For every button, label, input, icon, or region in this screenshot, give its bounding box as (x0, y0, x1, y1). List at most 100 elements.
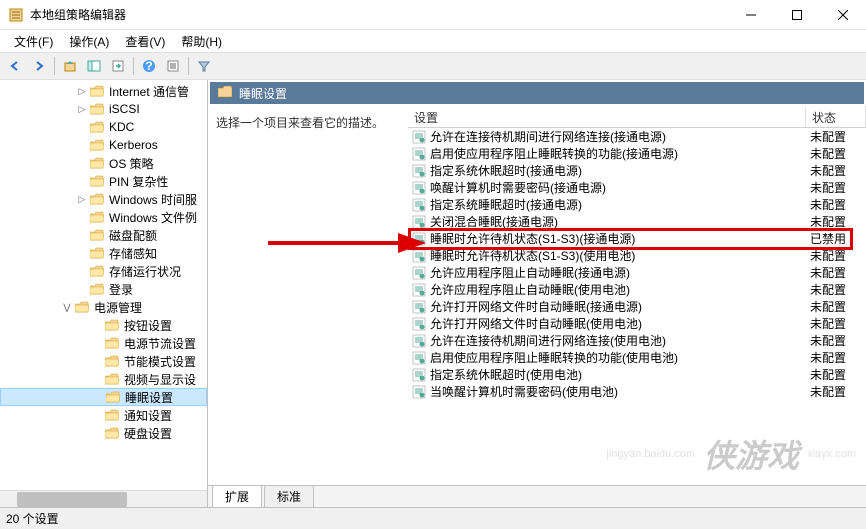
setting-row[interactable]: 允许应用程序阻止自动睡眠(接通电源)未配置 (408, 264, 866, 281)
forward-button[interactable] (28, 55, 50, 77)
properties-button[interactable] (162, 55, 184, 77)
tree-panel[interactable]: ▷Internet 通信管▷iSCSIKDCKerberosOS 策略PIN 复… (0, 80, 208, 507)
tree-item[interactable]: 存储感知 (0, 244, 207, 262)
list-header: 设置 状态 (408, 106, 866, 128)
setting-row[interactable]: 允许在连接待机期间进行网络连接(接通电源)未配置 (408, 128, 866, 145)
setting-row[interactable]: 指定系统休眠超时(使用电池)未配置 (408, 366, 866, 383)
tree-expander-icon[interactable] (91, 390, 105, 404)
tree-item[interactable]: 通知设置 (0, 406, 207, 424)
menu-file[interactable]: 文件(F) (6, 31, 61, 52)
back-button[interactable] (4, 55, 26, 77)
setting-row[interactable]: 指定系统休眠超时(接通电源)未配置 (408, 162, 866, 179)
tree-item[interactable]: PIN 复杂性 (0, 172, 207, 190)
policy-icon (412, 385, 426, 399)
tree-item-label: 登录 (109, 281, 133, 298)
tab-extended[interactable]: 扩展 (212, 485, 262, 507)
tree-item[interactable]: 按钮设置 (0, 316, 207, 334)
folder-icon (75, 300, 91, 314)
setting-row[interactable]: 启用使应用程序阻止睡眠转换的功能(使用电池)未配置 (408, 349, 866, 366)
tree-item[interactable]: 硬盘设置 (0, 424, 207, 442)
filter-button[interactable] (193, 55, 215, 77)
export-button[interactable] (107, 55, 129, 77)
setting-state: 未配置 (806, 281, 866, 298)
policy-icon (412, 249, 426, 263)
policy-icon (412, 368, 426, 382)
tree-expander-icon[interactable] (75, 228, 89, 242)
tree-expander-icon[interactable] (90, 408, 104, 422)
tree-item[interactable]: KDC (0, 118, 207, 136)
close-button[interactable] (820, 0, 866, 30)
maximize-button[interactable] (774, 0, 820, 30)
tree-item[interactable]: 电源节流设置 (0, 334, 207, 352)
up-button[interactable] (59, 55, 81, 77)
tree-item[interactable]: ▷Windows 时间服 (0, 190, 207, 208)
tree-expander-icon[interactable]: ▷ (75, 84, 89, 98)
tree-expander-icon[interactable]: ▷ (75, 192, 89, 206)
tree-item[interactable]: Kerberos (0, 136, 207, 154)
folder-icon (105, 372, 121, 386)
tree-item[interactable]: ⋁电源管理 (0, 298, 207, 316)
tree-item[interactable]: 登录 (0, 280, 207, 298)
tree-item[interactable]: ▷iSCSI (0, 100, 207, 118)
policy-icon (412, 317, 426, 331)
tree-item[interactable]: 睡眠设置 (0, 388, 207, 406)
tree-item[interactable]: ▷Internet 通信管 (0, 82, 207, 100)
setting-row[interactable]: 允许在连接待机期间进行网络连接(使用电池)未配置 (408, 332, 866, 349)
setting-state: 未配置 (806, 298, 866, 315)
minimize-button[interactable] (728, 0, 774, 30)
setting-state: 未配置 (806, 128, 866, 145)
tree-item[interactable]: 磁盘配额 (0, 226, 207, 244)
tree-expander-icon[interactable] (90, 336, 104, 350)
tree-item[interactable]: 存储运行状况 (0, 262, 207, 280)
folder-icon (105, 426, 121, 440)
tree-expander-icon[interactable] (75, 264, 89, 278)
tree-item-label: 节能模式设置 (124, 353, 196, 370)
setting-row[interactable]: 指定系统睡眠超时(接通电源)未配置 (408, 196, 866, 213)
tree-expander-icon[interactable]: ⋁ (60, 300, 74, 314)
tree-expander-icon[interactable] (90, 372, 104, 386)
tree-h-scrollbar[interactable] (0, 490, 207, 507)
tree-item[interactable]: 节能模式设置 (0, 352, 207, 370)
setting-row[interactable]: 允许打开网络文件时自动睡眠(使用电池)未配置 (408, 315, 866, 332)
tree-expander-icon[interactable] (75, 246, 89, 260)
tree-expander-icon[interactable] (90, 426, 104, 440)
tree-expander-icon[interactable] (75, 120, 89, 134)
setting-row[interactable]: 睡眠时允许待机状态(S1-S3)(使用电池)未配置 (408, 247, 866, 264)
tree-expander-icon[interactable] (75, 138, 89, 152)
setting-row[interactable]: 当唤醒计算机时需要密码(使用电池)未配置 (408, 383, 866, 400)
tree-expander-icon[interactable] (90, 318, 104, 332)
tree-item[interactable]: OS 策略 (0, 154, 207, 172)
column-setting[interactable]: 设置 (408, 106, 806, 127)
menu-view[interactable]: 查看(V) (117, 31, 173, 52)
tree-expander-icon[interactable] (75, 210, 89, 224)
tree-item[interactable]: 视频与显示设 (0, 370, 207, 388)
toolbar: ? (0, 52, 866, 80)
tree-expander-icon[interactable] (75, 174, 89, 188)
show-hide-tree-button[interactable] (83, 55, 105, 77)
tree-expander-icon[interactable]: ▷ (75, 102, 89, 116)
tab-standard[interactable]: 标准 (264, 485, 314, 507)
setting-row[interactable]: 允许应用程序阻止自动睡眠(使用电池)未配置 (408, 281, 866, 298)
menu-help[interactable]: 帮助(H) (173, 31, 230, 52)
help-button[interactable]: ? (138, 55, 160, 77)
tree-expander-icon[interactable] (90, 354, 104, 368)
column-state[interactable]: 状态 (806, 106, 866, 127)
setting-row[interactable]: 唤醒计算机时需要密码(接通电源)未配置 (408, 179, 866, 196)
setting-state: 未配置 (806, 145, 866, 162)
list-body: 允许在连接待机期间进行网络连接(接通电源)未配置启用使应用程序阻止睡眠转换的功能… (408, 128, 866, 400)
menu-action[interactable]: 操作(A) (61, 31, 117, 52)
tree-expander-icon[interactable] (75, 156, 89, 170)
setting-row[interactable]: 关闭混合睡眠(接通电源)未配置 (408, 213, 866, 230)
setting-row[interactable]: 启用使应用程序阻止睡眠转换的功能(接通电源)未配置 (408, 145, 866, 162)
tree-item[interactable]: Windows 文件例 (0, 208, 207, 226)
policy-icon (412, 232, 426, 246)
window-title: 本地组策略编辑器 (30, 6, 728, 23)
tree-item-label: Windows 文件例 (109, 209, 197, 226)
setting-label: 指定系统睡眠超时(接通电源) (430, 196, 582, 213)
tree-expander-icon[interactable] (75, 282, 89, 296)
policy-icon (412, 283, 426, 297)
settings-list[interactable]: 设置 状态 允许在连接待机期间进行网络连接(接通电源)未配置启用使应用程序阻止睡… (408, 106, 866, 485)
setting-row[interactable]: 允许打开网络文件时自动睡眠(接通电源)未配置 (408, 298, 866, 315)
setting-row[interactable]: 睡眠时允许待机状态(S1-S3)(接通电源)已禁用 (408, 230, 866, 247)
status-count: 20 个设置 (6, 510, 59, 527)
